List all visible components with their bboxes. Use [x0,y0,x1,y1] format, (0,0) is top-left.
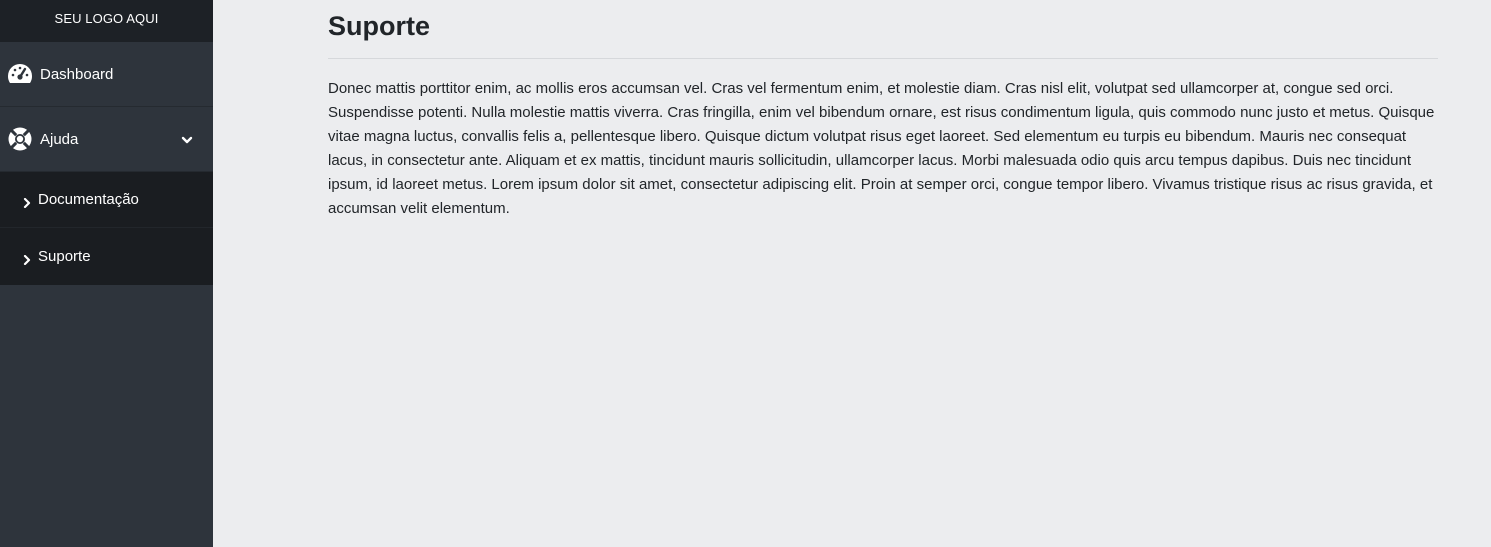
chevron-right-icon [23,195,31,208]
sidebar-subitem-documentacao[interactable]: Documentação [0,172,213,228]
page-body-text: Donec mattis porttitor enim, ac mollis e… [328,80,1435,217]
sidebar-item-dashboard[interactable]: Dashboard [0,42,213,107]
main-content: Suporte Donec mattis porttitor enim, ac … [328,0,1438,236]
chevron-down-icon[interactable] [181,133,193,145]
sidebar-item-label: Ajuda [40,130,79,148]
tachometer-icon [6,60,34,88]
page-title: Suporte [328,0,1438,59]
sidebar-item-label: Dashboard [40,65,114,83]
app-layout: SEU LOGO AQUI Dashboard Ajuda Documentaç… [0,0,1491,547]
sidebar: SEU LOGO AQUI Dashboard Ajuda Documentaç… [0,0,213,547]
sidebar-item-ajuda[interactable]: Ajuda [0,107,213,172]
logo[interactable]: SEU LOGO AQUI [0,0,213,42]
life-ring-icon [6,125,34,153]
chevron-right-icon [23,252,31,265]
sidebar-subitem-label: Suporte [38,248,91,265]
sidebar-subitem-suporte[interactable]: Suporte [0,228,213,285]
sidebar-submenu-ajuda: Documentação Suporte [0,172,213,285]
sidebar-subitem-label: Documentação [38,191,139,208]
